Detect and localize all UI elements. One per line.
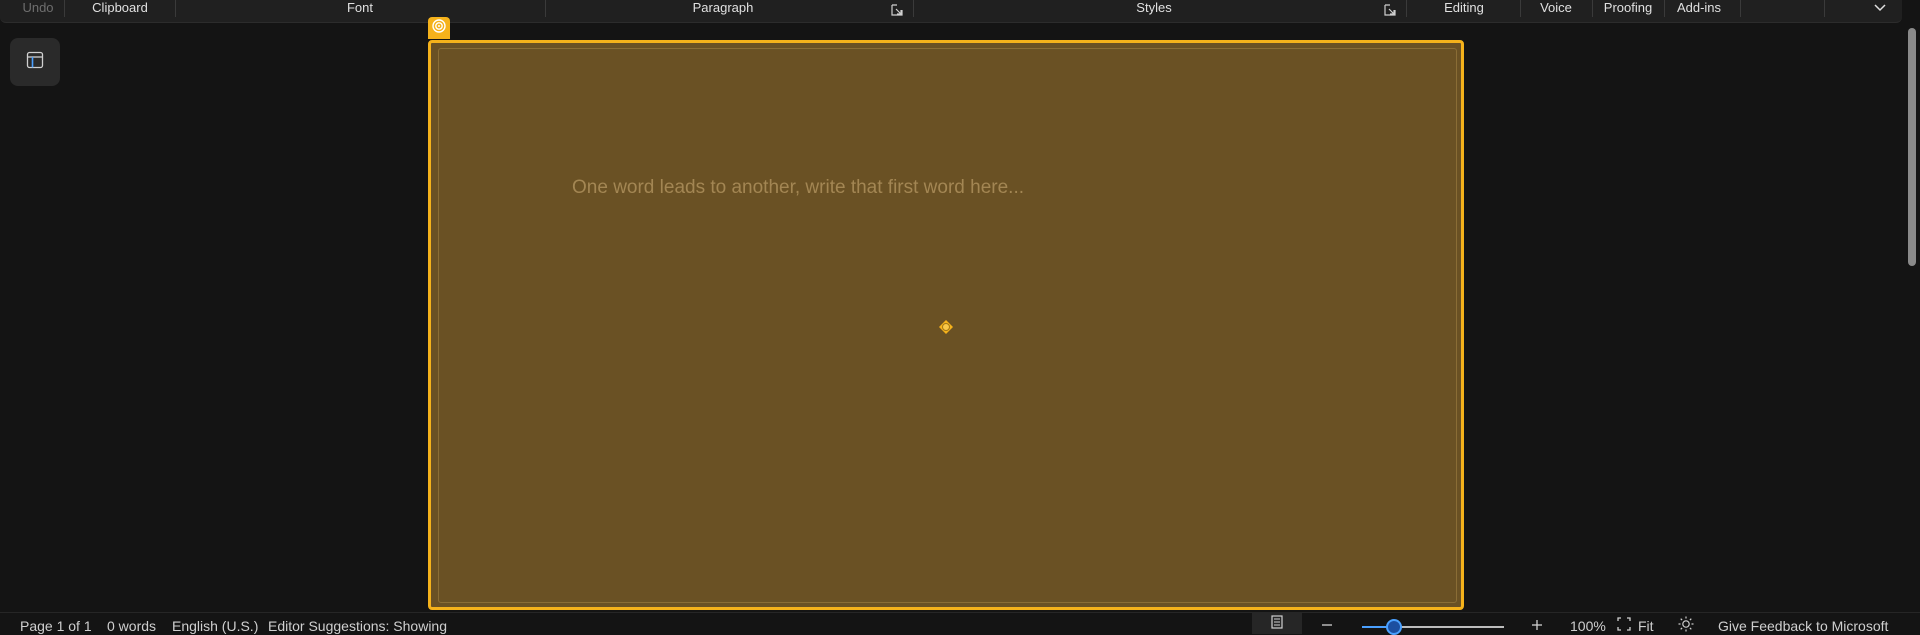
zoom-percent[interactable]: 100%: [1570, 618, 1606, 634]
clipboard-group-label[interactable]: Clipboard: [86, 0, 154, 18]
word-count[interactable]: 0 words: [107, 618, 156, 634]
focus-mode-icon: [1270, 615, 1284, 632]
navigation-pane-icon: [25, 50, 45, 75]
font-group-label[interactable]: Font: [340, 0, 380, 18]
ribbon-separator: [1520, 0, 1521, 17]
editing-group-label[interactable]: Editing: [1438, 0, 1490, 18]
language-indicator[interactable]: English (U.S.): [172, 618, 258, 634]
styles-dialog-launcher-icon[interactable]: [1384, 3, 1396, 16]
page-count[interactable]: Page 1 of 1: [20, 618, 92, 634]
move-handle-icon[interactable]: [938, 319, 954, 335]
ribbon-separator: [1592, 0, 1593, 17]
addins-group-label[interactable]: Add-ins: [1674, 0, 1724, 18]
focus-mode-button[interactable]: [1252, 613, 1302, 634]
styles-group-label[interactable]: Styles: [1130, 0, 1178, 18]
navigation-pane-button[interactable]: [10, 38, 60, 86]
paragraph-group-label[interactable]: Paragraph: [688, 0, 758, 18]
brightness-icon[interactable]: [1678, 616, 1694, 635]
status-bar: Page 1 of 1 0 words English (U.S.) Edito…: [0, 612, 1920, 635]
editor-suggestions[interactable]: Editor Suggestions: Showing: [268, 618, 447, 634]
ribbon-separator: [913, 0, 914, 17]
ribbon-separator: [175, 0, 176, 17]
zoom-out-minus-icon[interactable]: [1320, 617, 1334, 634]
zoom-in-plus-icon[interactable]: [1530, 617, 1544, 634]
component-anchor-button[interactable]: [428, 17, 450, 39]
loop-component-icon: [431, 18, 447, 39]
ribbon-group-labels: Undo Clipboard Font Paragraph Styles Edi…: [0, 0, 1902, 23]
ribbon-separator: [1406, 0, 1407, 17]
paragraph-dialog-launcher-icon[interactable]: [891, 3, 903, 16]
give-feedback-link[interactable]: Give Feedback to Microsoft: [1718, 618, 1888, 634]
ribbon-separator: [1824, 0, 1825, 17]
ribbon-separator: [64, 0, 65, 17]
undo-group-label[interactable]: Undo: [20, 0, 56, 18]
fit-icon[interactable]: [1617, 617, 1631, 634]
proofing-group-label[interactable]: Proofing: [1602, 0, 1654, 18]
placeholder-text[interactable]: One word leads to another, write that fi…: [572, 177, 1024, 199]
ribbon-separator: [1664, 0, 1665, 17]
fit-label[interactable]: Fit: [1638, 618, 1654, 634]
ribbon-separator: [1740, 0, 1741, 17]
ribbon-separator: [545, 0, 546, 17]
ribbon-collapse-chevron-down-icon[interactable]: [1872, 0, 1888, 16]
vertical-scrollbar[interactable]: [1908, 28, 1916, 266]
voice-group-label[interactable]: Voice: [1536, 0, 1576, 18]
